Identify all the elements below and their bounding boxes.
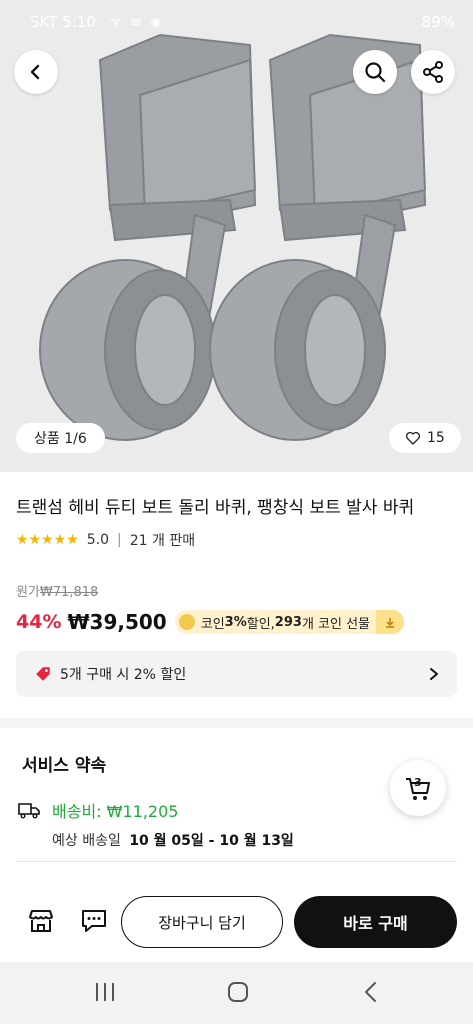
service-title: 서비스 약속	[22, 756, 107, 776]
section-separator	[0, 718, 473, 728]
share-button[interactable]	[411, 50, 455, 94]
tag-icon	[36, 667, 50, 681]
coin-count: 293	[274, 614, 302, 630]
estimated-delivery: 예상 배송일 10 월 05일 - 10 월 13일	[52, 830, 294, 850]
image-counter-label: 상품 1/6	[34, 431, 87, 447]
original-price: 원가₩71,818	[16, 581, 98, 600]
bulk-discount-banner[interactable]: 5개 구매 시 2% 할인	[16, 651, 457, 697]
discount-percent: 44%	[16, 611, 62, 633]
home-button[interactable]	[225, 979, 251, 1005]
sale-price: ₩39,500	[67, 610, 167, 634]
rating-divider: |	[117, 532, 122, 548]
chat-icon	[82, 910, 106, 932]
recent-apps-icon	[96, 983, 114, 1001]
system-navigation-bar	[0, 962, 473, 1024]
coin-icon	[178, 614, 195, 630]
cart-count: 3	[414, 776, 422, 789]
product-image-gallery[interactable]: SKT 5:10 ᯤ ✉ ◉ 89% 상품 1/6 15	[0, 0, 473, 472]
battery-level: 89%	[421, 13, 455, 31]
original-price-label: 원가	[16, 585, 40, 600]
original-price-value: ₩71,818	[39, 585, 99, 600]
rating-value: 5.0	[86, 532, 110, 548]
bulk-discount-text: 5개 구매 시 2% 할인	[60, 667, 187, 683]
rating-stars-icon: ★★★★★	[16, 532, 79, 548]
status-time: SKT 5:10	[30, 13, 96, 31]
chat-button[interactable]	[80, 908, 110, 936]
home-icon	[228, 982, 248, 1002]
status-icons: ᯤ ✉ ◉	[110, 15, 165, 29]
shipping-row: 배송비: ₩11,205	[18, 799, 178, 821]
heart-icon	[405, 431, 421, 445]
like-count: 15	[427, 430, 445, 446]
add-to-cart-button[interactable]: 장바구니 담기	[121, 896, 283, 948]
back-icon	[365, 982, 376, 1002]
share-icon	[423, 61, 443, 83]
image-counter: 상품 1/6	[16, 423, 105, 453]
sold-count: 21 개 판매	[129, 533, 196, 549]
chevron-right-icon	[430, 668, 438, 680]
shipping-fee: 배송비: ₩11,205	[52, 802, 179, 821]
like-button[interactable]: 15	[389, 423, 461, 453]
store-button[interactable]	[27, 908, 57, 936]
recent-apps-button[interactable]	[92, 980, 118, 1004]
product-image	[0, 0, 473, 472]
search-button[interactable]	[353, 50, 397, 94]
chevron-down-icon	[376, 610, 405, 634]
coin-suffix: 개 코인 선물	[301, 616, 371, 632]
status-bar: SKT 5:10 ᯤ ✉ ◉ 89%	[0, 0, 473, 44]
price-row: 44% ₩39,500 코인 3% 할인, 293 개 코인 선물	[16, 608, 405, 636]
truck-icon	[18, 803, 40, 819]
coin-mid: 할인,	[246, 616, 275, 632]
eta-dates: 10 월 05일 - 10 월 13일	[129, 833, 294, 849]
back-button[interactable]	[14, 50, 58, 94]
divider	[16, 861, 457, 862]
coin-percent: 3%	[224, 614, 247, 630]
coin-discount-tag[interactable]: 코인 3% 할인, 293 개 코인 선물	[174, 610, 405, 634]
floating-cart-button[interactable]: 3	[390, 760, 446, 816]
rating-row[interactable]: ★★★★★ 5.0 | 21 개 판매	[16, 530, 195, 550]
eta-label: 예상 배송일	[52, 833, 121, 849]
system-back-button[interactable]	[358, 979, 384, 1005]
search-icon	[365, 62, 386, 83]
chevron-left-icon	[30, 64, 40, 80]
product-title: 트랜섬 헤비 듀티 보트 돌리 바퀴, 팽창식 보트 발사 바퀴	[16, 498, 415, 518]
store-icon	[29, 910, 53, 932]
buy-now-button[interactable]: 바로 구매	[294, 896, 457, 948]
coin-prefix: 코인	[200, 616, 225, 632]
